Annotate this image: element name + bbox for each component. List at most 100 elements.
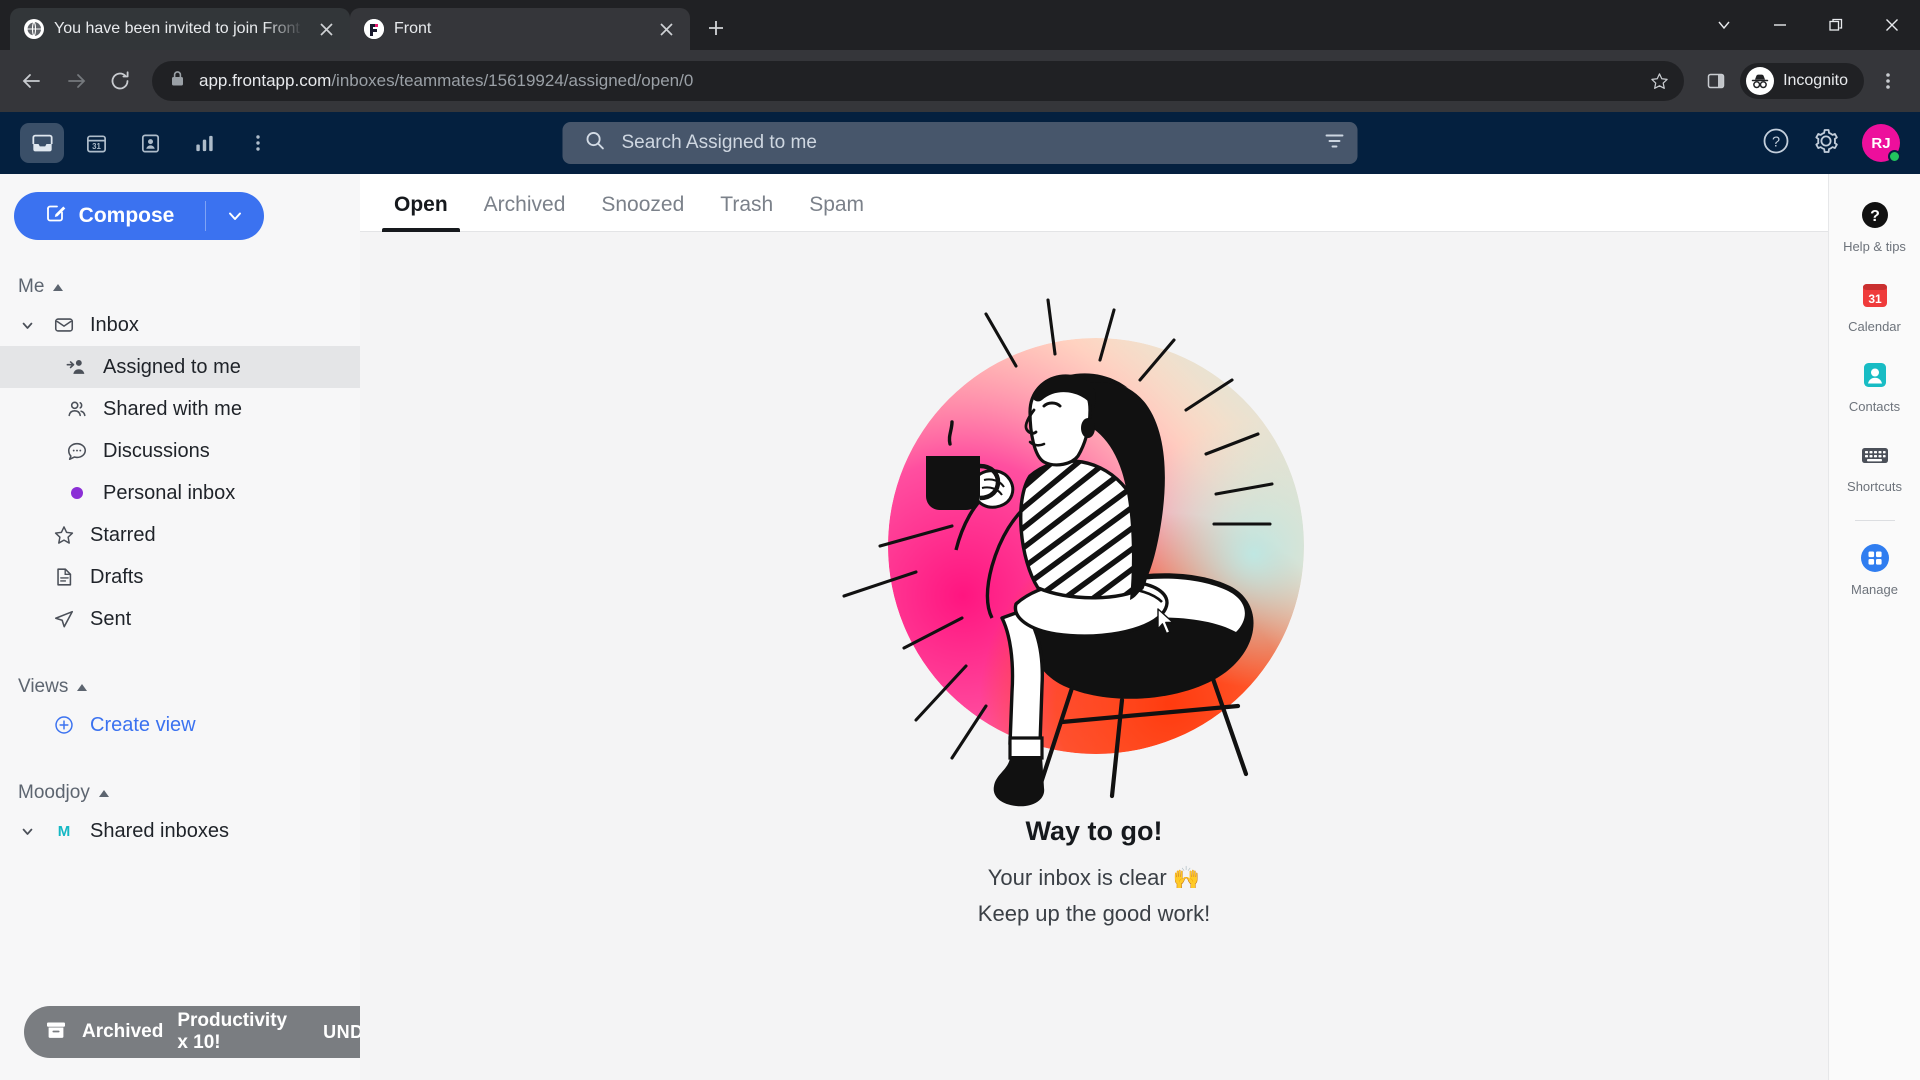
close-icon[interactable] bbox=[1864, 0, 1920, 50]
address-bar[interactable]: app.frontapp.com/inboxes/teammates/15619… bbox=[152, 61, 1685, 101]
incognito-profile-button[interactable]: Incognito bbox=[1740, 63, 1864, 99]
rail-item-label: Manage bbox=[1851, 582, 1898, 597]
side-panel-icon[interactable] bbox=[1696, 61, 1736, 101]
sidebar-item-assigned-to-me[interactable]: Assigned to me bbox=[0, 346, 360, 388]
create-view-label: Create view bbox=[90, 713, 196, 736]
filter-icon[interactable] bbox=[1324, 130, 1346, 157]
incognito-icon bbox=[1746, 67, 1775, 95]
people-icon bbox=[64, 398, 90, 420]
app-top-nav: 31 Search Assigned to me ? RJ bbox=[0, 112, 1920, 174]
tab-open[interactable]: Open bbox=[382, 193, 460, 232]
tab-trash[interactable]: Trash bbox=[708, 193, 785, 231]
document-icon bbox=[51, 566, 77, 588]
rail-item-manage[interactable]: Manage bbox=[1829, 531, 1920, 607]
url-domain: app.frontapp.com bbox=[199, 71, 332, 90]
sidebar-section-me[interactable]: Me bbox=[0, 270, 360, 304]
minimize-icon[interactable] bbox=[1752, 0, 1808, 50]
rail-item-label: Shortcuts bbox=[1847, 479, 1902, 494]
caret-up-icon bbox=[52, 276, 64, 298]
rail-item-label: Contacts bbox=[1848, 399, 1901, 414]
rail-item-calendar[interactable]: 31 Calendar bbox=[1829, 268, 1920, 344]
sidebar-item-inbox[interactable]: Inbox bbox=[0, 304, 360, 346]
rail-item-help-tips[interactable]: ? Help & tips bbox=[1829, 188, 1920, 264]
compose-row: Compose bbox=[0, 174, 360, 240]
browser-tab-invite[interactable]: You have been invited to join Front bbox=[10, 8, 350, 50]
sidebar-item-label: Shared inboxes bbox=[90, 819, 229, 842]
rail-item-contacts[interactable]: Contacts bbox=[1829, 348, 1920, 424]
browser-tab-front[interactable]: Front bbox=[350, 8, 690, 50]
gear-icon[interactable] bbox=[1812, 127, 1840, 160]
empty-state: Way to go! Your inbox is clear 🙌 Keep up… bbox=[360, 232, 1828, 1080]
star-icon[interactable] bbox=[1642, 64, 1676, 98]
forward-arrow-icon[interactable] bbox=[56, 61, 96, 101]
close-icon[interactable] bbox=[314, 17, 338, 41]
tab-archived[interactable]: Archived bbox=[472, 193, 578, 231]
tab-spam[interactable]: Spam bbox=[797, 193, 876, 231]
rail-divider bbox=[1854, 520, 1895, 521]
compose-button[interactable]: Compose bbox=[14, 192, 264, 240]
paper-plane-icon bbox=[51, 608, 77, 630]
sidebar-item-discussions[interactable]: Discussions bbox=[0, 430, 360, 472]
svg-text:?: ? bbox=[1772, 134, 1780, 150]
avatar-initials: RJ bbox=[1871, 134, 1891, 152]
browser-toolbar: app.frontapp.com/inboxes/teammates/15619… bbox=[0, 50, 1920, 112]
sidebar-item-shared-inboxes[interactable]: M Shared inboxes bbox=[0, 810, 360, 852]
help-circle-icon[interactable]: ? bbox=[1762, 127, 1790, 160]
new-tab-button[interactable] bbox=[696, 8, 736, 48]
sidebar-item-shared-with-me[interactable]: Shared with me bbox=[0, 388, 360, 430]
back-arrow-icon[interactable] bbox=[12, 61, 52, 101]
sidebar-section-views[interactable]: Views bbox=[0, 670, 360, 704]
close-icon[interactable] bbox=[654, 17, 678, 41]
chevron-down-icon[interactable] bbox=[1696, 0, 1752, 50]
sidebar-item-sent[interactable]: Sent bbox=[0, 598, 360, 640]
compose-button-main[interactable]: Compose bbox=[14, 192, 205, 240]
contacts-icon[interactable] bbox=[128, 123, 172, 163]
browser-tab-title: You have been invited to join Front bbox=[54, 20, 300, 37]
rail-item-shortcuts[interactable]: Shortcuts bbox=[1829, 428, 1920, 504]
compose-pencil-icon bbox=[45, 202, 67, 230]
keyboard-icon bbox=[1858, 438, 1892, 472]
inbox-icon[interactable] bbox=[20, 123, 64, 163]
tab-snoozed[interactable]: Snoozed bbox=[589, 193, 696, 231]
sidebar-section-moodjoy[interactable]: Moodjoy bbox=[0, 776, 360, 810]
chevron-down-icon[interactable] bbox=[16, 318, 38, 333]
front-app: 31 Search Assigned to me ? RJ Compose Me… bbox=[0, 112, 1920, 1080]
calendar-icon[interactable]: 31 bbox=[74, 123, 118, 163]
inbox-tabs: Open Archived Snoozed Trash Spam bbox=[360, 174, 1828, 232]
search-placeholder: Search Assigned to me bbox=[621, 132, 817, 153]
plus-circle-icon bbox=[51, 714, 77, 736]
star-outline-icon bbox=[51, 524, 77, 546]
toast-action: Archived bbox=[82, 1021, 164, 1042]
archive-box-icon bbox=[44, 1018, 68, 1047]
calendar-31-icon: 31 bbox=[1858, 278, 1892, 312]
rail-item-label: Help & tips bbox=[1843, 239, 1906, 254]
sidebar-item-label: Assigned to me bbox=[103, 355, 241, 378]
sidebar-item-drafts[interactable]: Drafts bbox=[0, 556, 360, 598]
create-view-button[interactable]: Create view bbox=[0, 704, 360, 746]
sidebar-item-personal-inbox[interactable]: Personal inbox bbox=[0, 472, 360, 514]
app-body: Compose Me Inbox Assigned to me Shared w… bbox=[0, 174, 1920, 1080]
sidebar-item-label: Starred bbox=[90, 523, 156, 546]
presence-dot bbox=[1888, 150, 1901, 163]
sidebar-section-title: Me bbox=[18, 276, 45, 297]
undo-button[interactable]: UNDO bbox=[323, 1022, 360, 1043]
chevron-down-icon[interactable] bbox=[16, 824, 38, 839]
woman-with-coffee-in-chair-illustration bbox=[834, 288, 1354, 808]
caret-up-icon bbox=[98, 782, 110, 804]
reload-icon[interactable] bbox=[100, 61, 140, 101]
kebab-menu-icon[interactable] bbox=[1868, 61, 1908, 101]
search-input[interactable]: Search Assigned to me bbox=[562, 122, 1358, 164]
chevron-down-icon[interactable] bbox=[206, 207, 264, 225]
envelope-icon bbox=[51, 314, 77, 336]
main-content: Open Archived Snoozed Trash Spam Way to … bbox=[360, 174, 1828, 1080]
sidebar-item-starred[interactable]: Starred bbox=[0, 514, 360, 556]
front-logo-icon bbox=[364, 19, 384, 39]
restore-icon[interactable] bbox=[1808, 0, 1864, 50]
avatar[interactable]: RJ bbox=[1862, 124, 1901, 163]
svg-text:31: 31 bbox=[92, 141, 101, 150]
analytics-icon[interactable] bbox=[182, 123, 226, 163]
more-kebab-icon[interactable] bbox=[236, 123, 280, 163]
manage-grid-icon bbox=[1858, 541, 1892, 575]
sidebar-item-label: Inbox bbox=[90, 313, 139, 336]
contacts-person-icon bbox=[1858, 358, 1892, 392]
